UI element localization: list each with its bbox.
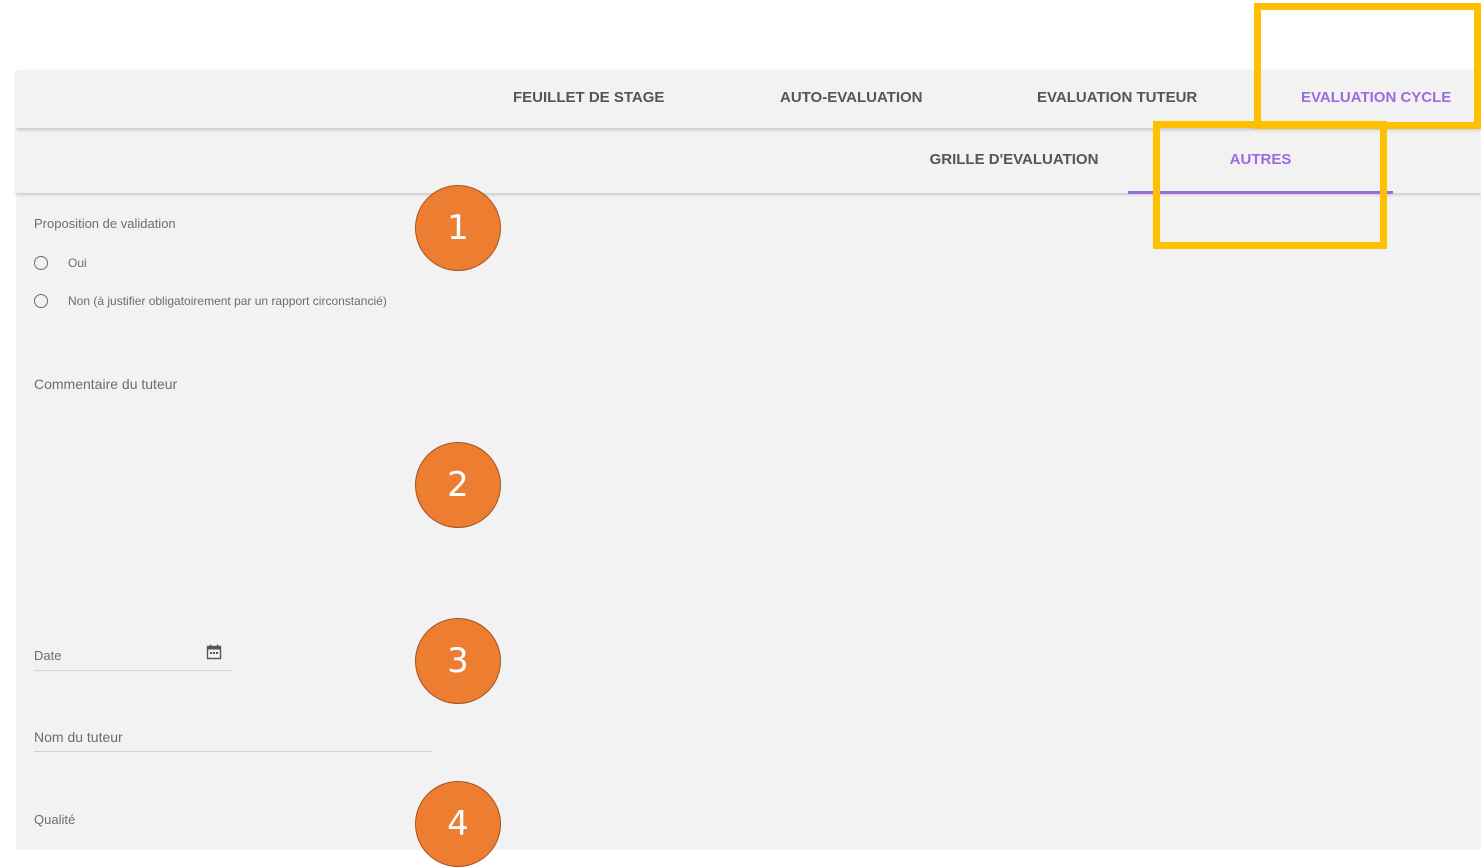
validation-label: Proposition de validation bbox=[34, 216, 176, 231]
tutor-name-label: Nom du tuteur bbox=[34, 729, 123, 745]
annotation-marker-1: 1 bbox=[415, 185, 501, 271]
tutor-name-field[interactable]: Nom du tuteur bbox=[34, 715, 432, 751]
comment-textarea[interactable] bbox=[34, 398, 434, 588]
radio-non[interactable]: Non (à justifier obligatoirement par un … bbox=[34, 294, 387, 308]
annotation-marker-2: 2 bbox=[415, 442, 501, 528]
annotation-marker-3: 3 bbox=[415, 618, 501, 704]
date-label: Date bbox=[34, 648, 62, 663]
tab-feuillet-de-stage[interactable]: FEUILLET DE STAGE bbox=[513, 70, 664, 128]
radio-unchecked-icon bbox=[34, 294, 48, 308]
date-underline bbox=[34, 670, 232, 671]
radio-non-label: Non (à justifier obligatoirement par un … bbox=[68, 294, 387, 308]
tutor-name-underline bbox=[34, 751, 432, 752]
quality-field[interactable]: Qualité bbox=[34, 799, 432, 835]
radio-oui[interactable]: Oui bbox=[34, 256, 87, 270]
highlight-evaluation-cycle-tab bbox=[1254, 3, 1481, 129]
radio-unchecked-icon bbox=[34, 256, 48, 270]
radio-oui-label: Oui bbox=[68, 256, 87, 270]
calendar-icon[interactable] bbox=[206, 644, 222, 665]
tab-auto-evaluation[interactable]: AUTO-EVALUATION bbox=[780, 70, 923, 128]
date-field[interactable]: Date bbox=[34, 636, 232, 670]
annotation-marker-4: 4 bbox=[415, 781, 501, 867]
highlight-autres-subtab bbox=[1153, 121, 1387, 249]
form-content: Proposition de validation Oui Non (à jus… bbox=[16, 193, 1481, 850]
quality-label: Qualité bbox=[34, 812, 76, 827]
subtab-grille-evaluation[interactable]: GRILLE D'EVALUATION bbox=[884, 128, 1144, 191]
comment-label: Commentaire du tuteur bbox=[34, 376, 178, 392]
tab-evaluation-tuteur[interactable]: EVALUATION TUTEUR bbox=[1037, 70, 1197, 128]
